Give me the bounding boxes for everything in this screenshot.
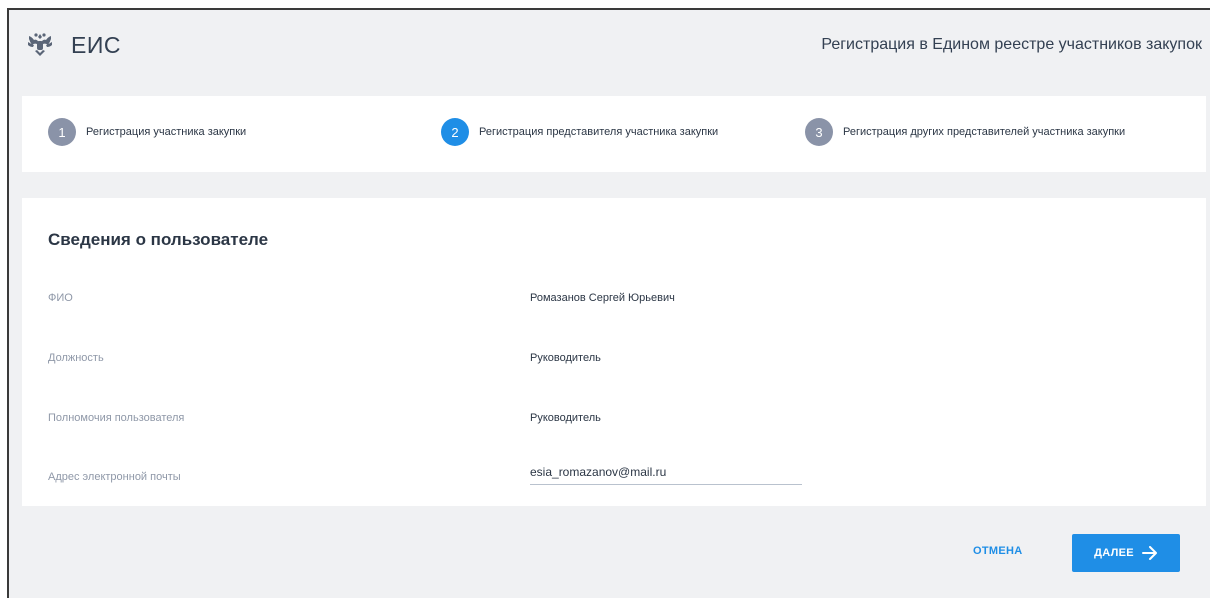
email-row: Адрес электронной почты bbox=[22, 459, 1206, 491]
email-input[interactable] bbox=[530, 459, 802, 485]
app-name: ЕИС bbox=[71, 32, 121, 58]
arrow-right-icon bbox=[1141, 546, 1157, 560]
fio-row: ФИО Ромазанов Сергей Юрьевич bbox=[22, 292, 1206, 312]
fio-label: ФИО bbox=[48, 292, 73, 304]
user-info-card: Сведения о пользователе ФИО Ромазанов Се… bbox=[22, 198, 1206, 506]
email-label: Адрес электронной почты bbox=[48, 471, 181, 483]
position-row: Должность Руководитель bbox=[22, 352, 1206, 372]
position-label: Должность bbox=[48, 352, 104, 364]
fio-value: Ромазанов Сергей Юрьевич bbox=[530, 292, 675, 304]
app-window: ЕИС Регистрация в Едином реестре участни… bbox=[7, 8, 1210, 598]
authority-label: Полномочия пользователя bbox=[48, 412, 185, 424]
double-headed-eagle-icon bbox=[28, 33, 52, 56]
step-3[interactable]: 3 Регистрация других представителей учас… bbox=[805, 118, 1173, 146]
position-value: Руководитель bbox=[530, 352, 601, 364]
header: ЕИС Регистрация в Едином реестре участни… bbox=[9, 10, 1210, 84]
step-3-label: Регистрация других представителей участн… bbox=[843, 125, 1126, 138]
page-title: Регистрация в Едином реестре участников … bbox=[821, 36, 1202, 53]
next-button-label: ДАЛЕЕ bbox=[1094, 547, 1134, 559]
next-button[interactable]: ДАЛЕЕ bbox=[1072, 534, 1180, 572]
step-2-number: 2 bbox=[441, 118, 469, 146]
step-3-number: 3 bbox=[805, 118, 833, 146]
authority-value: Руководитель bbox=[530, 412, 601, 424]
step-2[interactable]: 2 Регистрация представителя участника за… bbox=[441, 118, 718, 146]
step-1-label: Регистрация участника закупки bbox=[86, 125, 247, 138]
step-2-label: Регистрация представителя участника заку… bbox=[479, 125, 719, 138]
cancel-button[interactable]: ОТМЕНА bbox=[973, 545, 1022, 557]
step-1-number: 1 bbox=[48, 118, 76, 146]
authority-row: Полномочия пользователя Руководитель bbox=[22, 412, 1206, 432]
registration-stepper: 1 Регистрация участника закупки 2 Регист… bbox=[22, 96, 1206, 172]
step-1[interactable]: 1 Регистрация участника закупки bbox=[48, 118, 246, 146]
section-title: Сведения о пользователе bbox=[48, 230, 269, 249]
